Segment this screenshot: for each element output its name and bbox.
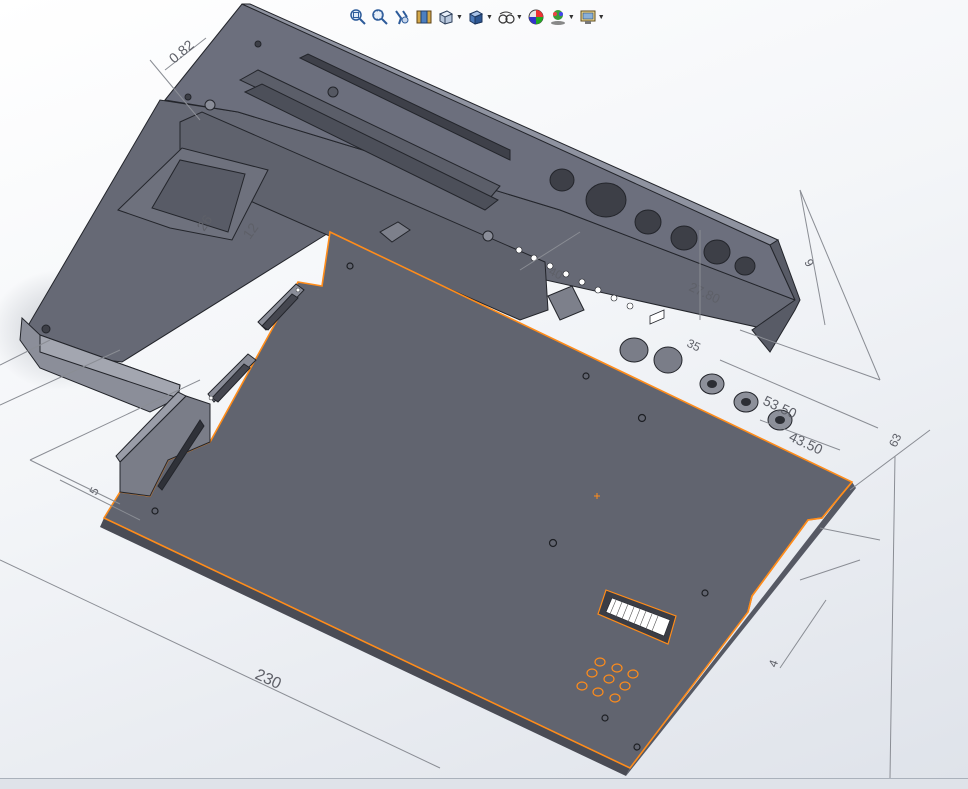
apply-scene-button[interactable]: ▼	[548, 6, 576, 28]
chevron-down-icon: ▼	[456, 13, 463, 21]
previous-view-icon	[395, 10, 409, 25]
port-hole-1	[549, 168, 575, 192]
chevron-down-icon: ▼	[515, 13, 523, 21]
port-hole-5	[703, 239, 731, 265]
heads-up-view-toolbar: ▼ ▼ ▼ ▼ ▼	[348, 5, 606, 29]
section-view-icon	[416, 10, 432, 24]
cad-model-scene[interactable]: 0.82 26 12 40 9 27.80 35 5 53.50 43.50 6…	[0, 0, 968, 778]
section-view-button[interactable]	[414, 6, 434, 28]
graphics-viewport[interactable]: 0.82 26 12 40 9 27.80 35 5 53.50 43.50 6…	[0, 0, 968, 778]
port-hole-6	[734, 256, 756, 276]
view-orientation-icon	[438, 10, 454, 25]
zoom-to-area-icon	[372, 9, 388, 25]
chevron-down-icon: ▼	[597, 13, 605, 21]
dim-63-label: 63	[886, 431, 904, 449]
hide-show-items-button[interactable]: ▼	[496, 6, 524, 28]
zoom-to-fit-button[interactable]	[348, 6, 368, 28]
chevron-down-icon: ▼	[567, 13, 575, 21]
view-settings-icon	[580, 10, 596, 24]
zoom-to-area-button[interactable]	[370, 6, 390, 28]
apply-scene-icon	[550, 10, 565, 25]
port-hole-3	[634, 209, 662, 235]
view-orientation-button[interactable]: ▼	[436, 6, 464, 28]
dim-4-label: 4	[766, 658, 782, 669]
status-bar	[0, 778, 968, 789]
view-settings-button[interactable]: ▼	[578, 6, 606, 28]
chevron-down-icon: ▼	[485, 13, 493, 21]
dim-35-label: 35	[685, 336, 703, 354]
edit-appearance-icon	[528, 9, 544, 25]
display-style-button[interactable]: ▼	[466, 6, 494, 28]
hide-show-items-icon	[498, 11, 515, 24]
port-hole-4	[670, 225, 698, 251]
previous-view-button[interactable]	[392, 6, 412, 28]
edit-appearance-button[interactable]	[526, 6, 546, 28]
display-style-icon	[468, 10, 484, 25]
dim-thickness-label: 0.82	[166, 36, 197, 66]
port-hole-2	[585, 182, 627, 218]
zoom-to-fit-icon	[350, 9, 366, 25]
dim-230-label: 230	[252, 666, 283, 693]
